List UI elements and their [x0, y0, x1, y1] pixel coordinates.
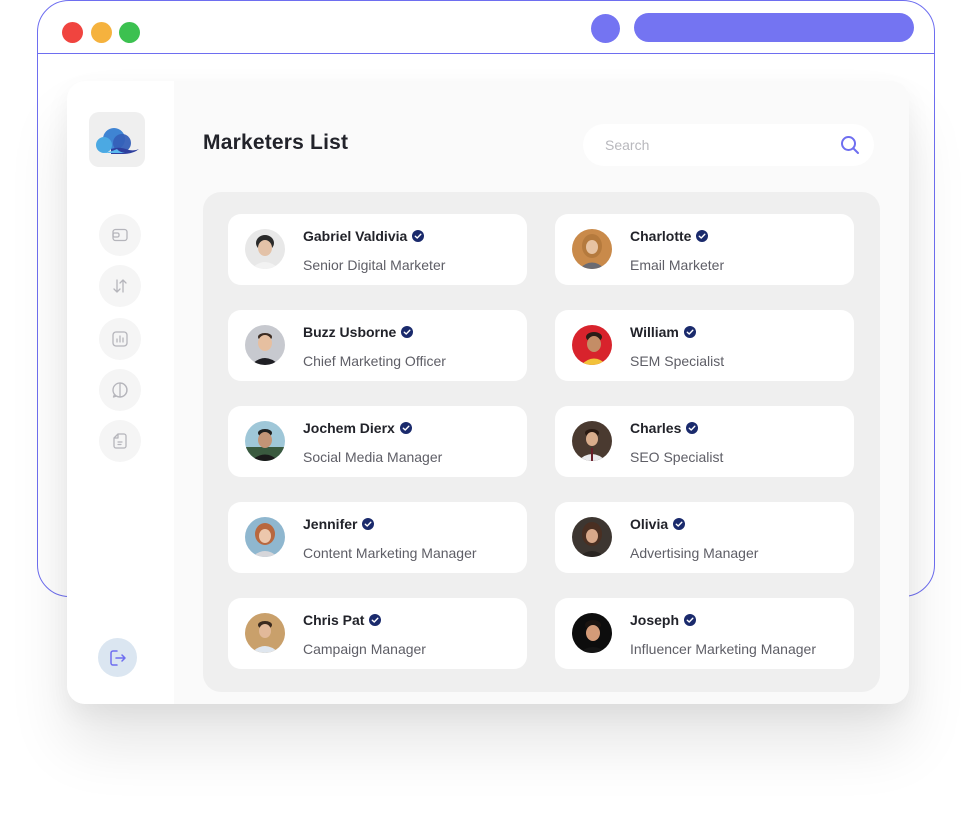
- sidebar-item-messages[interactable]: [99, 369, 141, 411]
- sidebar: [67, 81, 174, 704]
- marketer-name: Olivia: [630, 516, 686, 532]
- marketer-name: Jennifer: [303, 516, 375, 532]
- marketer-card[interactable]: Jochem Dierx Social Media Manager: [228, 406, 527, 477]
- app-logo[interactable]: [89, 112, 145, 167]
- search-input[interactable]: [605, 124, 835, 166]
- marketer-card[interactable]: Gabriel Valdivia Senior Digital Marketer: [228, 214, 527, 285]
- document-icon: [113, 433, 127, 449]
- marketers-list: Gabriel Valdivia Senior Digital Marketer…: [203, 192, 880, 692]
- minimize-window-button[interactable]: [91, 22, 112, 43]
- browser-profile-icon[interactable]: [591, 14, 620, 43]
- cloud-logo-icon: [96, 128, 139, 154]
- app-window: Marketers List Gabriel Valdivia Senior D…: [67, 81, 909, 704]
- avatar: [572, 325, 612, 365]
- marketer-role: Email Marketer: [630, 257, 725, 273]
- avatar: [245, 421, 285, 461]
- marketer-name: Buzz Usborne: [303, 324, 414, 340]
- verified-icon: [399, 422, 412, 434]
- marketer-role: SEO Specialist: [630, 449, 724, 465]
- avatar: [245, 325, 285, 365]
- logout-button[interactable]: [98, 638, 137, 677]
- sidebar-item-wallet[interactable]: [99, 214, 141, 256]
- logout-icon: [109, 649, 126, 666]
- marketer-name: Joseph: [630, 612, 697, 628]
- verified-icon: [401, 326, 414, 338]
- avatar: [572, 421, 612, 461]
- avatar: [572, 229, 612, 269]
- verified-icon: [362, 518, 375, 530]
- marketer-card[interactable]: Joseph Influencer Marketing Manager: [555, 598, 854, 669]
- marketer-card[interactable]: Charles SEO Specialist: [555, 406, 854, 477]
- page-title: Marketers List: [203, 131, 349, 154]
- marketer-role: Social Media Manager: [303, 449, 443, 465]
- marketer-card[interactable]: Charlotte Email Marketer: [555, 214, 854, 285]
- maximize-window-button[interactable]: [119, 22, 140, 43]
- transfer-arrows-icon: [113, 279, 127, 293]
- sidebar-item-analytics[interactable]: [99, 318, 141, 360]
- verified-icon: [673, 518, 686, 530]
- marketer-name: Jochem Dierx: [303, 420, 412, 436]
- sidebar-item-transfers[interactable]: [99, 265, 141, 307]
- search-icon[interactable]: [840, 135, 860, 155]
- avatar: [245, 613, 285, 653]
- verified-icon: [683, 326, 696, 338]
- verified-icon: [369, 614, 382, 626]
- verified-icon: [684, 614, 697, 626]
- chat-icon: [112, 382, 128, 398]
- marketer-role: SEM Specialist: [630, 353, 725, 369]
- marketer-card[interactable]: Olivia Advertising Manager: [555, 502, 854, 573]
- close-window-button[interactable]: [62, 22, 83, 43]
- avatar: [572, 613, 612, 653]
- verified-icon: [696, 230, 709, 242]
- marketer-card[interactable]: William SEM Specialist: [555, 310, 854, 381]
- avatar: [245, 517, 285, 557]
- verified-icon: [412, 230, 425, 242]
- marketer-name: William: [630, 324, 696, 340]
- chart-icon: [112, 331, 128, 347]
- marketer-name: Gabriel Valdivia: [303, 228, 425, 244]
- marketer-card[interactable]: Chris Pat Campaign Manager: [228, 598, 527, 669]
- marketer-card[interactable]: Buzz Usborne Chief Marketing Officer: [228, 310, 527, 381]
- sidebar-item-documents[interactable]: [99, 420, 141, 462]
- marketer-role: Chief Marketing Officer: [303, 353, 446, 369]
- marketer-name: Chris Pat: [303, 612, 382, 628]
- marketer-card[interactable]: Jennifer Content Marketing Manager: [228, 502, 527, 573]
- search-box[interactable]: [583, 124, 874, 166]
- marketer-name: Charles: [630, 420, 699, 436]
- browser-title-bar: [38, 1, 934, 54]
- marketer-name: Charlotte: [630, 228, 709, 244]
- marketer-role: Advertising Manager: [630, 545, 759, 561]
- avatar: [572, 517, 612, 557]
- marketer-role: Senior Digital Marketer: [303, 257, 446, 273]
- marketer-role: Content Marketing Manager: [303, 545, 477, 561]
- marketer-role: Influencer Marketing Manager: [630, 641, 816, 657]
- verified-icon: [686, 422, 699, 434]
- avatar: [245, 229, 285, 269]
- address-bar[interactable]: [634, 13, 914, 42]
- marketer-role: Campaign Manager: [303, 641, 426, 657]
- wallet-icon: [112, 228, 128, 242]
